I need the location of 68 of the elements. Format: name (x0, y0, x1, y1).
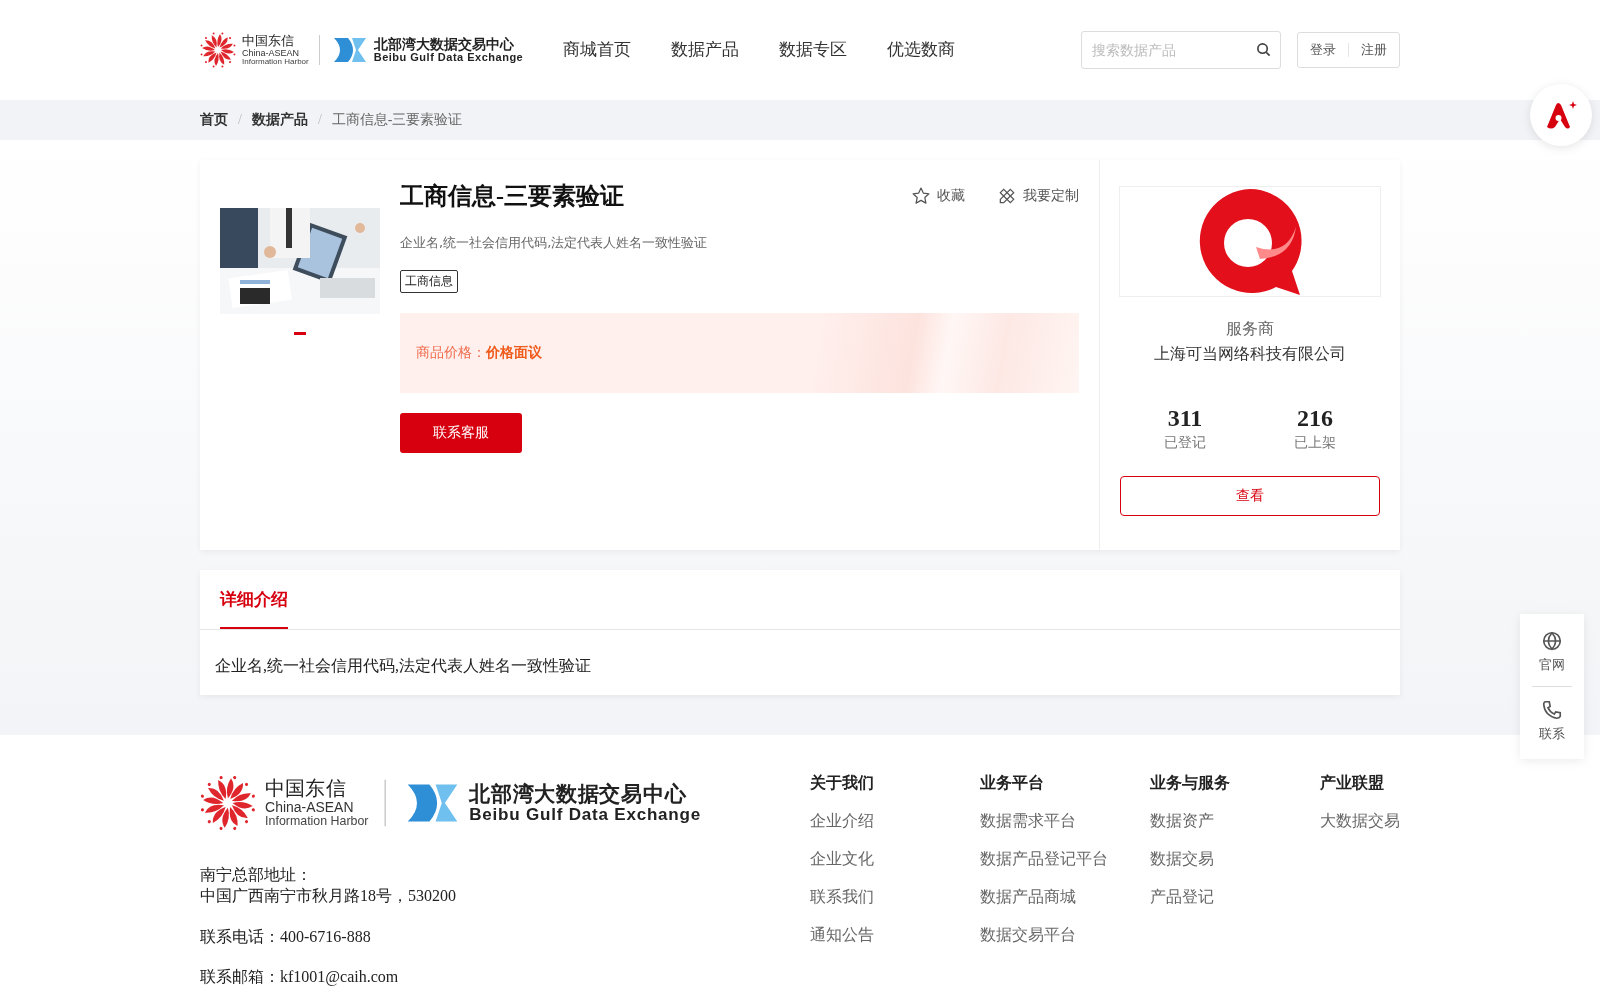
phone-text: 联系电话：400-6716-888 (200, 926, 372, 947)
breadcrumb-link[interactable]: 首页 (200, 111, 228, 129)
letter-a-sparkle-icon (1544, 99, 1578, 131)
logo-text: Beibu Gulf Data Exchange (469, 805, 701, 824)
breadcrumb-separator: / (317, 112, 322, 128)
email-text: 联系邮箱：kf1001@caih.com (200, 967, 400, 988)
contact-service-button[interactable]: 联系客服 (400, 413, 522, 453)
footer-link[interactable]: 大数据交易 (1320, 811, 1400, 832)
detail-text: 企业名,统一社会信用代码,法定代表人姓名一致性验证 (214, 656, 592, 676)
stat-value: 311 (1167, 405, 1203, 432)
nav-link[interactable]: 数据产品 (671, 31, 740, 69)
footer-link[interactable]: 数据交易平台 (980, 925, 1150, 946)
breadcrumb-separator: / (238, 112, 242, 128)
footer-link[interactable]: 通知公告 (810, 925, 980, 946)
breadcrumb-link[interactable]: 数据产品 (251, 111, 308, 129)
product-title: 工商信息-三要素验证 (400, 182, 624, 211)
footer-heading: 业务平台 (980, 773, 1045, 794)
nav-link[interactable]: 数据专区 (779, 31, 848, 69)
search-field[interactable]: 搜索数据产品 (1081, 31, 1281, 69)
provider-label: 服务商 (1226, 319, 1274, 340)
globe-icon (1541, 630, 1563, 652)
footer-link[interactable]: 产品登记 (1150, 887, 1320, 908)
product-summary: 企业名,统一社会信用代码,法定代表人姓名一致性验证 (400, 234, 709, 252)
nav-link[interactable]: 商城首页 (563, 31, 632, 69)
price-label: 商品价格： (416, 344, 486, 362)
logo-text: China-ASEAN (265, 800, 355, 815)
side-link[interactable]: 联系 (1539, 693, 1565, 749)
price-value: 价格面议 (486, 344, 542, 362)
footer-heading: 业务与服务 (1150, 773, 1231, 794)
search-icon[interactable] (1256, 42, 1271, 57)
footer-link[interactable]: 数据资产 (1150, 811, 1320, 832)
provider-name: 上海可当网络科技有限公司 (1154, 344, 1346, 365)
logo-text: 北部湾大数据交易中心 (469, 782, 688, 806)
customize-button[interactable]: 我要定制 (997, 186, 1079, 206)
logo-text: Information Harbor (242, 57, 309, 66)
flower-logo-icon (200, 32, 236, 68)
category-tag: 工商信息 (400, 270, 458, 293)
footer-link[interactable]: 数据产品商城 (980, 887, 1150, 908)
logo-text: Beibu Gulf Data Exchange (373, 51, 524, 64)
stat-value: 216 (1297, 405, 1333, 432)
logo-text: 北部湾大数据交易中心 (373, 36, 515, 52)
star-icon (911, 186, 931, 206)
detail-tab[interactable]: 详细介绍 (220, 570, 288, 629)
flower-logo-icon (200, 775, 256, 831)
stat-label: 已上架 (1294, 434, 1336, 452)
footer-heading: 关于我们 (810, 773, 875, 794)
footer-link[interactable]: 数据产品登记平台 (980, 849, 1150, 870)
stat-label: 已登记 (1164, 434, 1206, 452)
favorite-button[interactable]: 收藏 (911, 186, 965, 206)
login-link[interactable]: 登录 (1310, 41, 1336, 59)
footer-link[interactable]: 数据需求平台 (980, 811, 1150, 832)
side-link[interactable]: 官网 (1539, 624, 1565, 680)
address-label: 南宁总部地址： (200, 865, 313, 885)
footer-link[interactable]: 企业文化 (810, 849, 980, 870)
register-link[interactable]: 注册 (1361, 41, 1387, 59)
logo-text: Information Harbor (265, 814, 369, 828)
footer-link[interactable]: 数据交易 (1150, 849, 1320, 870)
logo-text: 中国东信 (242, 34, 295, 49)
footer-heading: 产业联盟 (1320, 773, 1385, 794)
footer-link[interactable]: 联系我们 (810, 887, 980, 908)
phone-icon (1541, 699, 1563, 721)
view-button[interactable]: 查看 (1120, 476, 1380, 516)
address-text: 中国广西南宁市秋月路18号，530200 (200, 885, 457, 906)
footer-link[interactable]: 企业介绍 (810, 811, 980, 832)
logo-text: China-ASEAN (242, 48, 301, 58)
nav-link[interactable]: 优选数商 (887, 31, 956, 69)
assistant-button[interactable] (1530, 84, 1592, 146)
logo-text: 中国东信 (265, 778, 347, 801)
